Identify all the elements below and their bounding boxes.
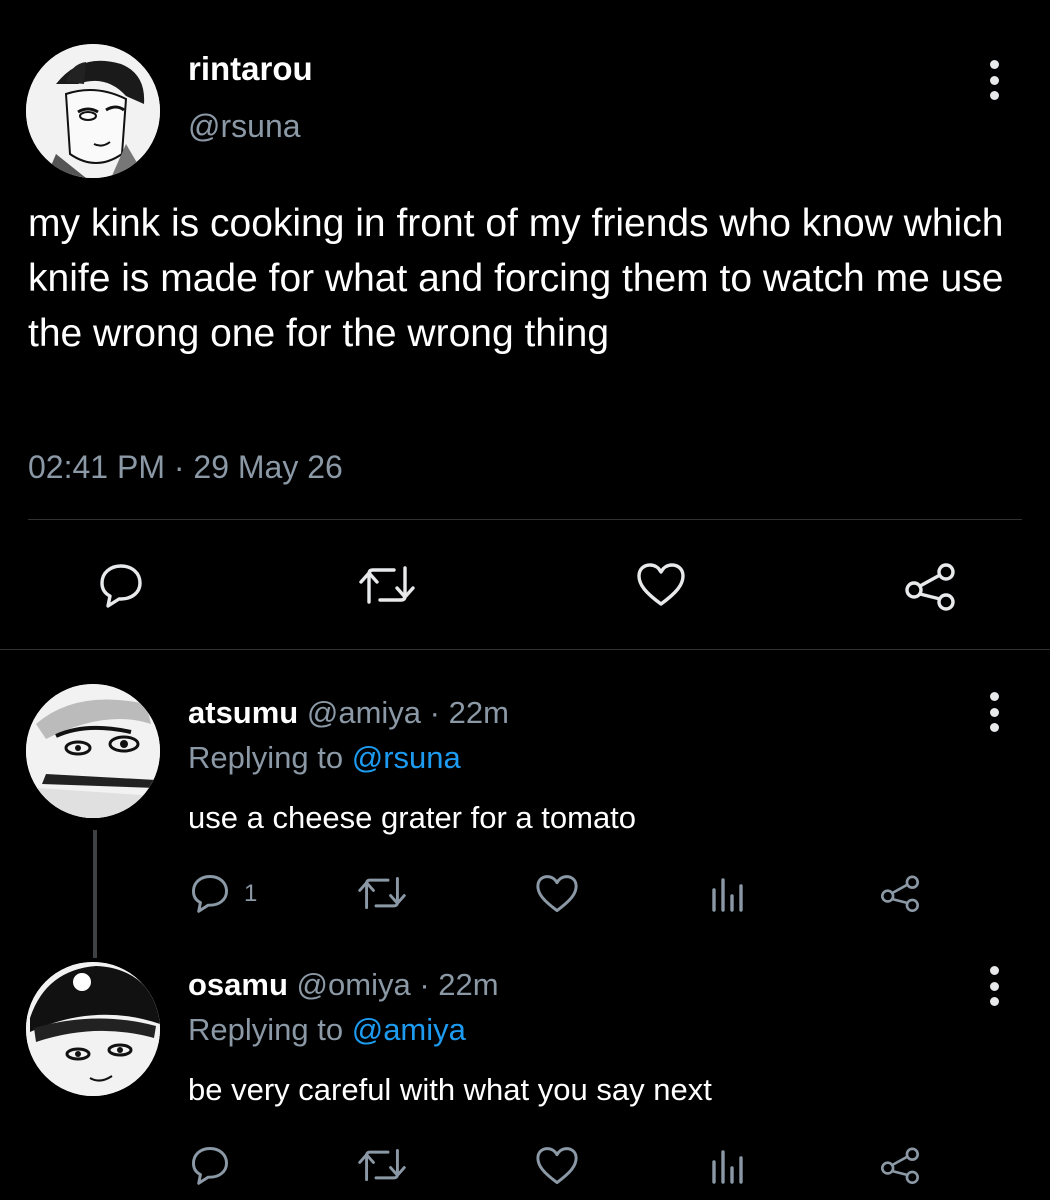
like-icon[interactable] [636, 562, 686, 608]
meta-separator: · [419, 967, 430, 1002]
reply-header: osamu @omiya · 22m [188, 967, 499, 1003]
analytics-icon[interactable] [711, 1148, 745, 1184]
replying-to: Replying to @rsuna [188, 740, 461, 776]
tweet-timestamp: 02:41 PM · 29 May 26 [28, 449, 343, 486]
share-icon[interactable] [880, 1146, 920, 1184]
avatar[interactable] [26, 684, 160, 818]
analytics-icon[interactable] [711, 876, 745, 912]
reply-icon[interactable] [190, 1145, 230, 1185]
user-handle[interactable]: @rsuna [188, 108, 301, 145]
mention-link[interactable]: @rsuna [352, 740, 461, 775]
replying-to: Replying to @amiya [188, 1012, 466, 1048]
reply-count: 1 [244, 880, 258, 907]
display-name[interactable]: atsumu [188, 695, 298, 730]
display-name[interactable]: rintarou [188, 50, 313, 88]
reply-icon[interactable] [98, 562, 144, 608]
tweet-time: 02:41 PM [28, 449, 165, 485]
more-options-icon[interactable] [987, 692, 1001, 732]
reply-time: 22m [438, 967, 499, 1002]
meta-separator: · [173, 449, 185, 485]
retweet-icon[interactable] [357, 1147, 407, 1183]
tweet-date: 29 May 26 [193, 449, 343, 485]
replying-prefix: Replying to [188, 1012, 344, 1047]
reply-header: atsumu @amiya · 22m [188, 695, 509, 731]
like-icon[interactable] [535, 874, 579, 914]
reply-text: use a cheese grater for a tomato [188, 800, 637, 835]
share-icon[interactable] [880, 874, 920, 912]
avatar[interactable] [26, 962, 160, 1096]
mention-link[interactable]: @amiya [352, 1012, 466, 1047]
reply-time: 22m [448, 695, 509, 730]
share-icon[interactable] [904, 562, 956, 611]
user-handle[interactable]: @amiya [307, 695, 421, 730]
thread-line [93, 830, 97, 958]
reply-icon[interactable] [190, 873, 230, 913]
retweet-icon[interactable] [357, 875, 407, 911]
more-options-icon[interactable] [987, 966, 1001, 1006]
display-name[interactable]: osamu [188, 967, 288, 1002]
meta-separator: · [429, 695, 440, 730]
like-icon[interactable] [535, 1146, 579, 1186]
reply-text: be very careful with what you say next [188, 1072, 712, 1107]
retweet-icon[interactable] [358, 564, 416, 606]
user-handle[interactable]: @omiya [297, 967, 411, 1002]
replying-prefix: Replying to [188, 740, 344, 775]
more-options-icon[interactable] [987, 60, 1001, 100]
avatar[interactable] [26, 44, 160, 178]
divider [28, 519, 1022, 520]
divider [0, 649, 1050, 650]
tweet-text: my kink is cooking in front of my friend… [28, 202, 1004, 355]
